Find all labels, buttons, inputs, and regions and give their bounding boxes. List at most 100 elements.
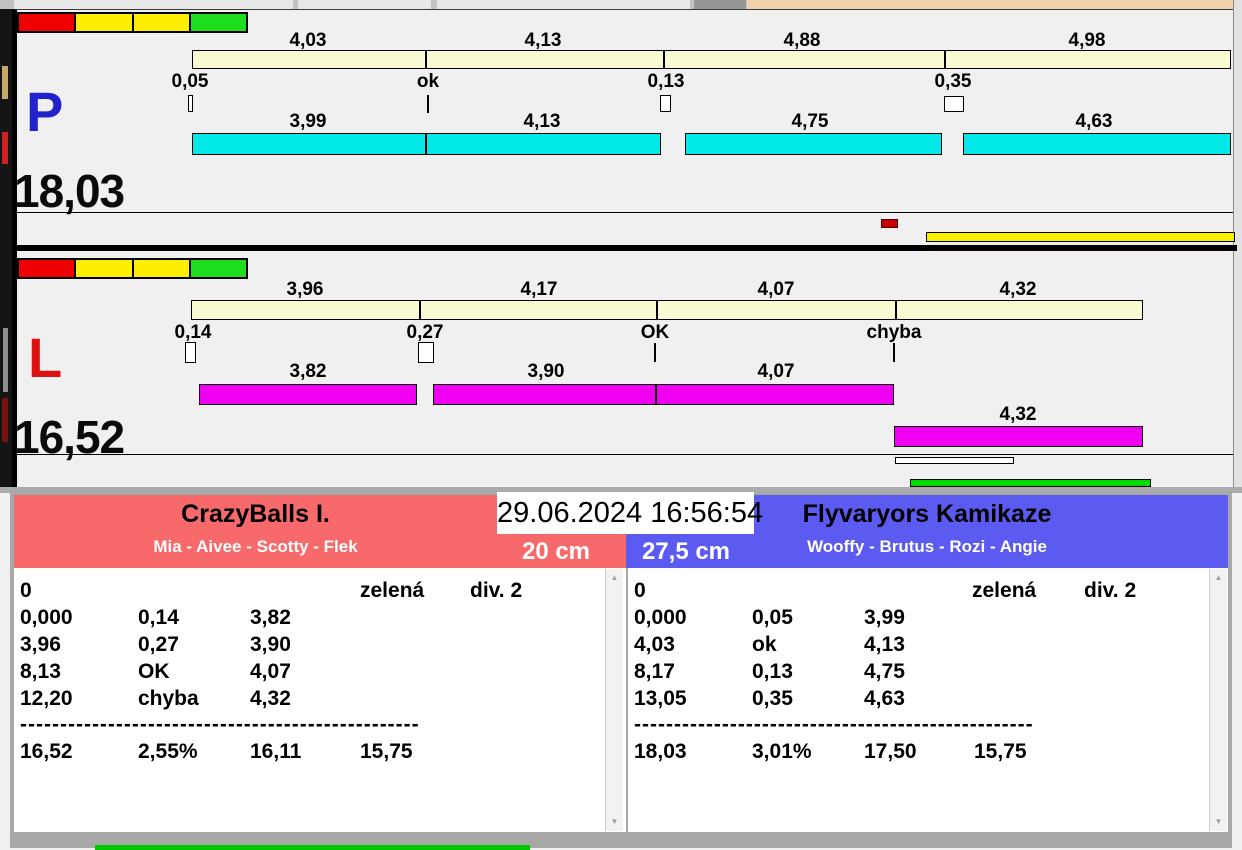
table-cell: 0,000: [634, 606, 687, 629]
lane-l-split-label: 4,32: [999, 279, 1037, 300]
table-cell: OK: [138, 660, 170, 683]
lane-p-split-label: 4,88: [783, 30, 821, 51]
lane-p-pass-label: 0,05: [171, 71, 209, 92]
table-cell: 0,13: [752, 660, 793, 683]
summary-cell: 2,55%: [138, 740, 198, 763]
background-fragment: [2, 66, 8, 99]
split-bar-divider: [663, 50, 665, 69]
lane-p-split-label: 4,03: [289, 30, 327, 51]
summary-cell: 18,03: [634, 740, 687, 763]
split-bar-divider: [944, 50, 946, 69]
table-separator: ----------------------------------------…: [20, 713, 420, 736]
background-fragment: [2, 398, 8, 442]
lane-p-window: [12, 9, 1233, 245]
lane-l-run-bar: [199, 384, 417, 405]
lane-l-split-label: 4,17: [520, 279, 558, 300]
table-cell: chyba: [138, 687, 199, 710]
lane-l-progress-bar: [910, 479, 1151, 487]
right-table-scrollbar[interactable]: ▲ ▼: [1209, 569, 1227, 831]
lane-p-run-label: 4,63: [1075, 111, 1113, 132]
table-cell: ok: [752, 633, 777, 656]
traffic-yellow-segment: [76, 14, 132, 31]
table-cell: 0,000: [20, 606, 73, 629]
background-fragment: [2, 132, 8, 164]
table-cell: 8,17: [634, 660, 675, 683]
table-cell: zelená: [972, 579, 1037, 602]
lane-p-run-bar: [963, 133, 1231, 155]
table-cell: 3,96: [20, 633, 61, 656]
scroll-down-icon[interactable]: ▼: [1210, 815, 1227, 829]
scroll-up-icon[interactable]: ▲: [606, 571, 623, 585]
lane-p-traffic-light: [17, 12, 248, 33]
lane-p-pass-marker: [944, 96, 964, 112]
timestamp: 29.06.2024 16:56:54: [497, 492, 763, 534]
background-tab-segment: [14, 0, 293, 9]
lane-p-run-bar: [685, 133, 942, 155]
lane-l-run-label: 3,82: [289, 361, 327, 382]
table-cell: 4,07: [250, 660, 291, 683]
table-cell: 0,27: [138, 633, 179, 656]
team-left-results-table: 0 zelená div. 2 0,000 0,14 3,82 3,96 0,2…: [14, 568, 626, 832]
scroll-up-icon[interactable]: ▲: [1210, 571, 1227, 585]
team-left-name: CrazyBalls I.: [181, 500, 330, 528]
split-bar-divider: [895, 300, 897, 320]
table-cell: 12,20: [20, 687, 73, 710]
summary-cell: 16,11: [250, 740, 302, 763]
table-cell: 13,05: [634, 687, 687, 710]
lane-l-pass-marker: [185, 342, 196, 363]
app-window: P 18,03 4,03 4,13 4,88 4,98 0,05 ok 0,13…: [0, 0, 1242, 850]
team-right-jump-height: 27,5 cm: [641, 538, 731, 565]
lane-l-pass-label: 0,27: [406, 322, 444, 343]
table-cell: 4,03: [634, 633, 675, 656]
lane-p-split-label: 4,13: [524, 30, 562, 51]
lane-p-run-label: 4,75: [791, 111, 829, 132]
table-cell: 3,99: [864, 606, 905, 629]
table-cell: 0,14: [138, 606, 179, 629]
lane-l-pass-tick: [654, 343, 656, 362]
traffic-red-segment: [19, 14, 75, 31]
table-cell: 4,13: [864, 633, 905, 656]
background-window-left-edge: [0, 9, 12, 487]
lane-p-total-time: 18,03: [14, 165, 125, 217]
table-cell: 3,90: [250, 633, 291, 656]
table-cell: 3,82: [250, 606, 291, 629]
table-cell: 4,32: [250, 687, 291, 710]
background-tab-segment: [437, 0, 690, 9]
lane-p-pass-label: 0,13: [647, 71, 685, 92]
lane-p-pass-marker: [188, 95, 193, 112]
run-bar-divider: [425, 133, 427, 155]
lane-p-split-label: 4,98: [1068, 30, 1106, 51]
lane-p-pass-label: ok: [416, 71, 440, 92]
table-cell: 0: [20, 579, 32, 602]
split-bar-divider: [425, 50, 427, 69]
table-cell: zelená: [360, 579, 425, 602]
lane-l-baseline: [14, 454, 1233, 455]
lane-p-mini-marker: [881, 219, 898, 228]
summary-cell: 15,75: [360, 740, 413, 763]
summary-cell: 16,52: [20, 740, 73, 763]
lane-p-run-bar: [192, 133, 661, 155]
split-bar-divider: [656, 300, 658, 320]
lane-l-pass-tick: [893, 343, 895, 362]
lane-p-pass-label: 0,35: [934, 71, 972, 92]
lane-l-traffic-light: [17, 258, 248, 279]
lane-l-pass-label: OK: [640, 322, 670, 343]
lane-l-pass-label: chyba: [866, 322, 922, 343]
team-left-jump-height: 20 cm: [521, 538, 591, 565]
lane-l-rerun-label: 4,32: [999, 404, 1037, 425]
team-left-dogs: Mia - Aivee - Scotty - Flek: [153, 537, 358, 556]
table-cell: 4,63: [864, 687, 905, 710]
traffic-yellow-segment: [133, 260, 189, 277]
lane-l-pass-marker: [418, 342, 434, 363]
background-green-bar: [95, 845, 530, 850]
table-cell: 0,05: [752, 606, 793, 629]
scroll-down-icon[interactable]: ▼: [606, 815, 623, 829]
background-tab-segment-dark: [694, 0, 746, 9]
lane-l-pass-label: 0,14: [174, 322, 212, 343]
traffic-yellow-segment: [76, 260, 132, 277]
run-bar-divider: [655, 384, 657, 405]
table-cell: 0: [634, 579, 646, 602]
lane-p-split-bar: [192, 50, 1231, 69]
traffic-red-segment: [19, 260, 75, 277]
left-table-scrollbar[interactable]: ▲ ▼: [605, 569, 623, 831]
